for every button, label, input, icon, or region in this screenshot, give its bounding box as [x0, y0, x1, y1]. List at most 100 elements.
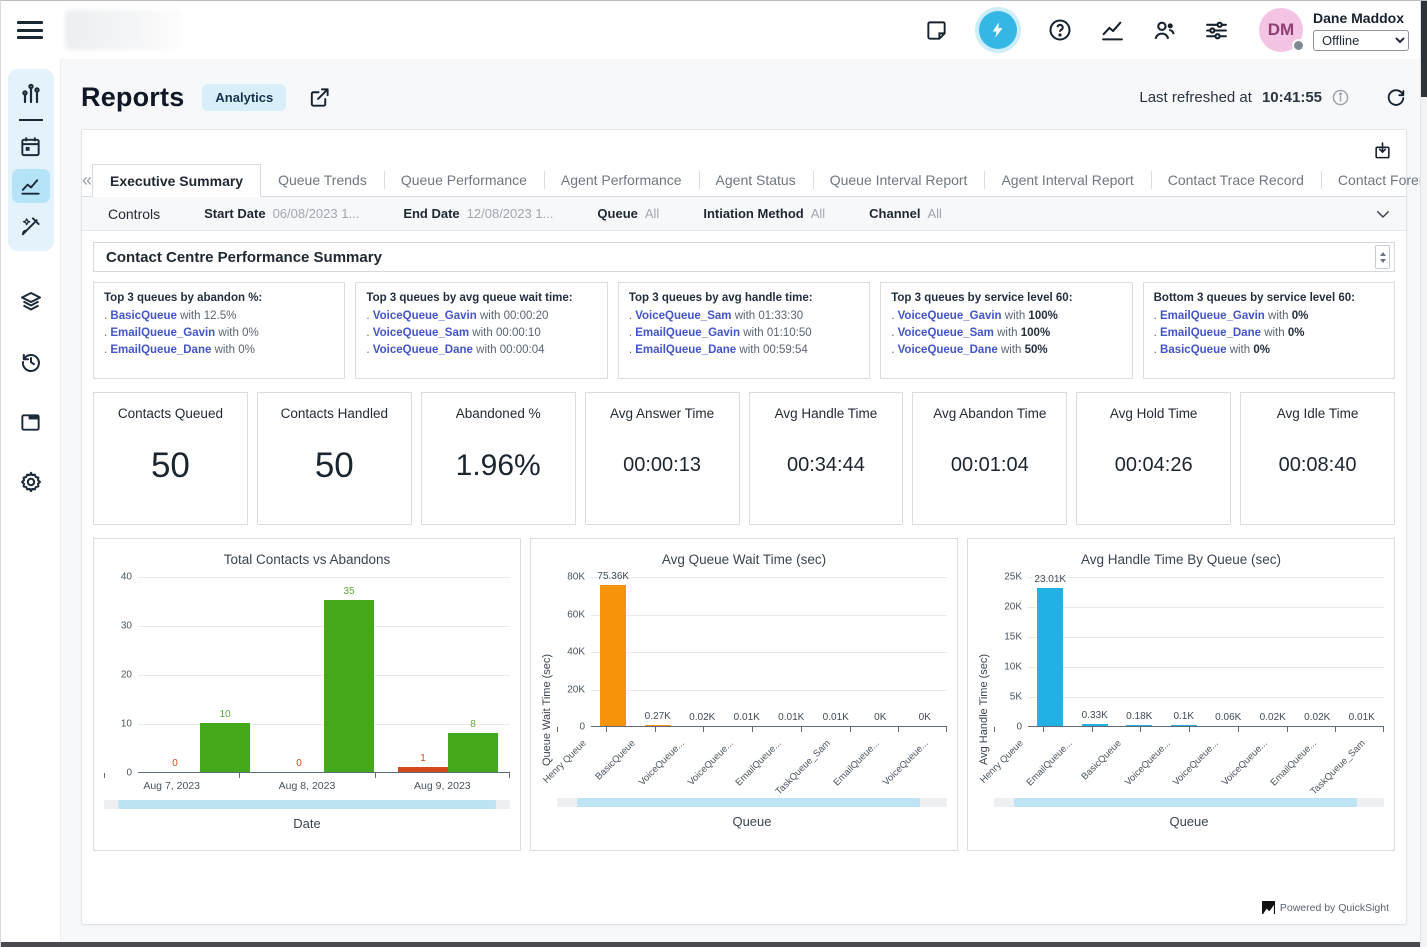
insight-item: . EmailQueue_Dane with 0% [104, 342, 334, 359]
chart-area: Avg Handle Time (sec)25K20K15K10K5K023.0… [978, 577, 1384, 842]
category-slot-aug-9-2023: 18 [386, 577, 510, 772]
kpi-title: Abandoned % [456, 406, 541, 421]
filter-channel[interactable]: ChannelAll [869, 206, 942, 221]
info-icon[interactable] [1332, 89, 1349, 106]
queue-link[interactable]: EmailQueue_Dane [635, 344, 736, 356]
category-slot-voicequeue: 0.02K [1251, 577, 1296, 726]
chart-ylabel: Avg Handle Time (sec) [978, 577, 994, 842]
queue-link[interactable]: VoiceQueue_Sam [373, 327, 469, 339]
insight-card-top-3-queues-by-service-level-60: Top 3 queues by service level 60:. Voice… [880, 282, 1132, 379]
sidebar-item-history-icon[interactable] [12, 345, 50, 379]
filter-queue[interactable]: QueueAll [597, 206, 659, 221]
sidebar-item-window-icon[interactable] [12, 405, 50, 439]
queue-link[interactable]: VoiceQueue_Sam [898, 327, 994, 339]
summary-stepper[interactable] [1375, 245, 1390, 269]
page-vertical-scrollbar [1420, 1, 1427, 947]
y-tick-label: 60K [567, 609, 585, 620]
x-label-emailqueue-1: EmailQueue... [1025, 738, 1075, 788]
hamburger-menu-icon[interactable] [17, 21, 43, 39]
chart-plot-wrap: 40302010001003518Aug 7, 2023Aug 8, 2023A… [104, 577, 510, 842]
y-tick-label: 20K [1004, 602, 1022, 613]
agent-status-select[interactable]: Offline [1313, 30, 1409, 51]
y-tick-label: 10 [121, 719, 132, 730]
kpi-value: 00:08:40 [1279, 421, 1357, 524]
status-dot [1292, 39, 1305, 52]
tabs-scroll-left-icon[interactable]: « [82, 164, 92, 196]
queue-link[interactable]: VoiceQueue_Gavin [373, 310, 477, 322]
bar-value-label: 0.18K [1126, 711, 1152, 722]
insight-item: . VoiceQueue_Gavin with 100% [891, 308, 1121, 325]
sidebar-item-customize-brush-icon[interactable] [12, 209, 50, 243]
refresh-icon[interactable] [1385, 86, 1407, 108]
filter-start-date[interactable]: Start Date06/08/2023 1... [204, 206, 359, 221]
bar-value-label: 0 [296, 758, 302, 769]
x-label-voicequeue-3: VoiceQueue... [685, 738, 735, 788]
tab-executive-summary[interactable]: Executive Summary [92, 164, 261, 197]
avatar[interactable]: DM [1259, 8, 1303, 52]
tab-contact-forensics[interactable]: Contact Forensics [1321, 164, 1427, 196]
controls-chevron-down-icon[interactable] [1374, 205, 1392, 223]
bar-value-label: 0K [874, 712, 886, 723]
insight-value: 100% [1028, 310, 1057, 322]
bar-value-label: 75.36K [597, 571, 629, 582]
chart-plot-wrap: 80K60K40K20K075.36K0.27K0.02K0.01K0.01K0… [557, 577, 947, 842]
sidebar-item-layers-icon[interactable] [12, 285, 50, 319]
chart-scrollbar-thumb[interactable] [577, 798, 920, 807]
insight-value: 00:00:04 [500, 344, 545, 356]
chart-scrollbar-thumb[interactable] [1014, 798, 1357, 807]
queue-link[interactable]: EmailQueue_Dane [1160, 327, 1261, 339]
queue-link[interactable]: VoiceQueue_Dane [373, 344, 473, 356]
settings-sliders-icon[interactable] [1203, 17, 1229, 43]
chart-scrollbar-thumb[interactable] [118, 800, 496, 809]
tab-queue-performance[interactable]: Queue Performance [384, 164, 544, 196]
summary-section-header: Contact Centre Performance Summary [93, 242, 1395, 272]
queue-link[interactable]: VoiceQueue_Gavin [898, 310, 1002, 322]
page-horizontal-scrollbar[interactable] [1, 942, 1420, 947]
queue-link[interactable]: EmailQueue_Dane [110, 344, 211, 356]
y-tick-label: 10K [1004, 662, 1022, 673]
sidebar-item-settings-gear-icon[interactable] [12, 465, 50, 499]
filter-value: 06/08/2023 1... [273, 206, 360, 221]
filter-value: All [811, 206, 825, 221]
bar-value-label: 8 [470, 719, 476, 730]
tab-contact-trace-record[interactable]: Contact Trace Record [1151, 164, 1321, 196]
insight-value: 0% [1292, 310, 1309, 322]
queue-link[interactable]: EmailQueue_Gavin [110, 327, 215, 339]
category-slot-voicequeue: 0K [903, 577, 948, 726]
quick-actions-lightning-icon[interactable] [975, 7, 1021, 53]
chart-title: Avg Handle Time By Queue (sec) [978, 552, 1384, 567]
sidebar-divider [19, 119, 43, 121]
x-category-labels: Henry QueueBasicQueueVoiceQueue...VoiceQ… [557, 732, 947, 790]
filter-end-date[interactable]: End Date12/08/2023 1... [403, 206, 553, 221]
vertical-scrollbar-thumb[interactable] [1421, 1, 1427, 97]
help-icon[interactable] [1047, 17, 1073, 43]
queue-link[interactable]: VoiceQueue_Sam [635, 310, 731, 322]
insight-item: . VoiceQueue_Gavin with 00:00:20 [366, 308, 596, 325]
queue-link[interactable]: BasicQueue [110, 310, 176, 322]
tab-agent-performance[interactable]: Agent Performance [544, 164, 699, 196]
sidebar-item-reports-line-chart-icon[interactable] [12, 169, 50, 203]
filter-label: End Date [403, 206, 459, 221]
download-icon[interactable] [1373, 141, 1392, 160]
bar-henry-queue-s0: 23.01K [1037, 588, 1063, 726]
insight-value: 12.5% [204, 310, 237, 322]
analytics-chart-icon[interactable] [1099, 17, 1125, 43]
queue-link[interactable]: BasicQueue [1160, 344, 1226, 356]
queue-link[interactable]: EmailQueue_Gavin [1160, 310, 1265, 322]
tab-queue-trends[interactable]: Queue Trends [261, 164, 384, 196]
queue-link[interactable]: VoiceQueue_Dane [898, 344, 998, 356]
insight-value: 00:00:10 [496, 327, 541, 339]
sidebar-item-metrics-bar-chart-icon[interactable] [12, 77, 50, 111]
quicksight-logo-icon [1262, 901, 1275, 914]
notes-icon[interactable] [923, 17, 949, 43]
sidebar-item-schedule-calendar-icon[interactable] [12, 129, 50, 163]
charts-row: Total Contacts vs Abandons40302010001003… [93, 538, 1395, 851]
users-icon[interactable] [1151, 17, 1177, 43]
tab-queue-interval-report[interactable]: Queue Interval Report [813, 164, 985, 196]
queue-link[interactable]: EmailQueue_Gavin [635, 327, 740, 339]
filter-intiation-method[interactable]: Intiation MethodAll [703, 206, 825, 221]
category-slot-basicqueue: 0.18K [1117, 577, 1162, 726]
tab-agent-status[interactable]: Agent Status [699, 164, 813, 196]
tab-agent-interval-report[interactable]: Agent Interval Report [984, 164, 1150, 196]
open-external-icon[interactable] [308, 86, 331, 109]
